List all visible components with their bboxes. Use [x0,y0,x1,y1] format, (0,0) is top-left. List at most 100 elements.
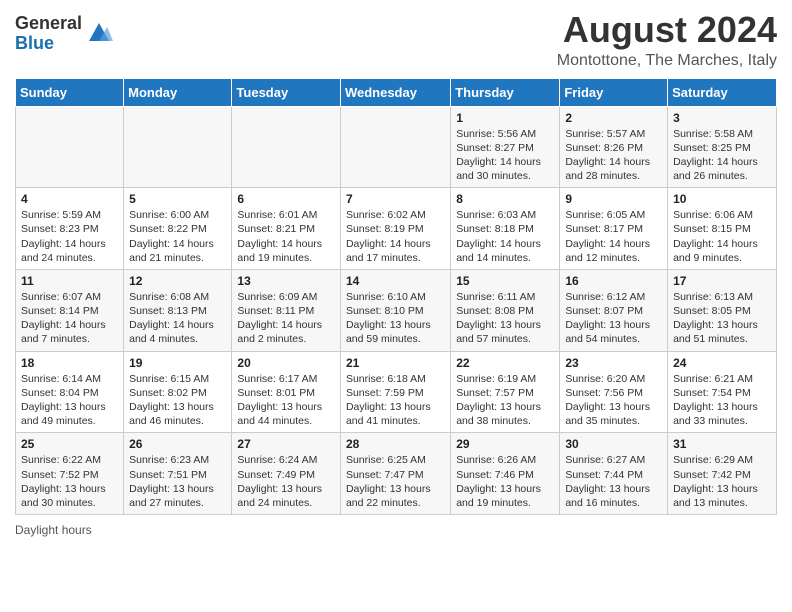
day-info: Sunrise: 6:14 AMSunset: 8:04 PMDaylight:… [21,372,118,429]
calendar-cell: 7Sunrise: 6:02 AMSunset: 8:19 PMDaylight… [340,188,450,270]
day-number: 30 [565,437,662,451]
calendar-cell [16,106,124,188]
calendar-header-row: SundayMondayTuesdayWednesdayThursdayFrid… [16,78,777,106]
day-number: 28 [346,437,445,451]
day-number: 9 [565,192,662,206]
day-info: Sunrise: 6:00 AMSunset: 8:22 PMDaylight:… [129,208,226,265]
title-area: August 2024 Montottone, The Marches, Ita… [557,10,777,70]
day-info: Sunrise: 6:01 AMSunset: 8:21 PMDaylight:… [237,208,335,265]
calendar-cell: 4 Sunrise: 5:59 AMSunset: 8:23 PMDaylight… [16,188,124,270]
day-number: 12 [129,274,226,288]
calendar-cell: 22Sunrise: 6:19 AMSunset: 7:57 PMDayligh… [451,351,560,433]
day-number: 19 [129,356,226,370]
calendar-cell: 28 Sunrise: 6:25 AMSunset: 7:47 PMDayligh… [340,433,450,515]
calendar-table: SundayMondayTuesdayWednesdayThursdayFrid… [15,78,777,515]
day-info: Sunrise: 6:06 AMSunset: 8:15 PMDaylight:… [673,208,771,265]
day-number: 11 [21,274,118,288]
calendar-cell [232,106,341,188]
footer-note: Daylight hours [15,523,777,537]
calendar-cell: 30Sunrise: 6:27 AMSunset: 7:44 PMDayligh… [560,433,668,515]
day-info: Sunrise: 6:11 AMSunset: 8:08 PMDaylight:… [456,290,554,347]
day-number: 25 [21,437,118,451]
day-info: Sunrise: 6:08 AMSunset: 8:13 PMDaylight:… [129,290,226,347]
day-info: Sunrise: 6:24 AMSunset: 7:49 PMDaylight:… [237,453,335,510]
calendar-week-row: 11 Sunrise: 6:07 AMSunset: 8:14 PMDayligh… [16,269,777,351]
day-info: Sunrise: 6:09 AMSunset: 8:11 PMDaylight:… [237,290,335,347]
day-info: Sunrise: 6:13 AMSunset: 8:05 PMDaylight:… [673,290,771,347]
day-number: 14 [346,274,445,288]
day-info: Sunrise: 6:23 AMSunset: 7:51 PMDaylight:… [129,453,226,510]
day-number: 26 [129,437,226,451]
calendar-cell: 6 Sunrise: 6:01 AMSunset: 8:21 PMDaylight… [232,188,341,270]
day-number: 4 [21,192,118,206]
day-info: Sunrise: 5:58 AMSunset: 8:25 PMDaylight:… [673,127,771,184]
day-info: Sunrise: 6:10 AMSunset: 8:10 PMDaylight:… [346,290,445,347]
day-number: 6 [237,192,335,206]
day-info: Sunrise: 6:17 AMSunset: 8:01 PMDaylight:… [237,372,335,429]
calendar-cell: 9Sunrise: 6:05 AMSunset: 8:17 PMDaylight… [560,188,668,270]
header: General Blue August 2024 Montottone, The… [15,10,777,70]
day-info: Sunrise: 5:59 AMSunset: 8:23 PMDaylight:… [21,208,118,265]
calendar-cell: 16 Sunrise: 6:12 AMSunset: 8:07 PMDayligh… [560,269,668,351]
day-info: Sunrise: 6:22 AMSunset: 7:52 PMDaylight:… [21,453,118,510]
day-info: Sunrise: 6:15 AMSunset: 8:02 PMDaylight:… [129,372,226,429]
calendar-cell: 3Sunrise: 5:58 AMSunset: 8:25 PMDaylight… [668,106,777,188]
day-number: 27 [237,437,335,451]
day-number: 22 [456,356,554,370]
calendar-cell: 13 Sunrise: 6:09 AMSunset: 8:11 PMDayligh… [232,269,341,351]
calendar-cell: 2 Sunrise: 5:57 AMSunset: 8:26 PMDaylight… [560,106,668,188]
day-number: 31 [673,437,771,451]
day-number: 10 [673,192,771,206]
day-number: 13 [237,274,335,288]
logo-blue: Blue [15,34,82,54]
calendar-header-sunday: Sunday [16,78,124,106]
calendar-cell: 17 Sunrise: 6:13 AMSunset: 8:05 PMDayligh… [668,269,777,351]
day-number: 5 [129,192,226,206]
day-number: 23 [565,356,662,370]
calendar-header-tuesday: Tuesday [232,78,341,106]
calendar-cell: 19 Sunrise: 6:15 AMSunset: 8:02 PMDayligh… [124,351,232,433]
calendar-header-wednesday: Wednesday [340,78,450,106]
calendar-week-row: 1Sunrise: 5:56 AMSunset: 8:27 PMDaylight… [16,106,777,188]
logo: General Blue [15,14,113,54]
day-info: Sunrise: 6:29 AMSunset: 7:42 PMDaylight:… [673,453,771,510]
calendar-cell: 29Sunrise: 6:26 AMSunset: 7:46 PMDayligh… [451,433,560,515]
day-info: Sunrise: 6:20 AMSunset: 7:56 PMDaylight:… [565,372,662,429]
calendar-cell: 23 Sunrise: 6:20 AMSunset: 7:56 PMDayligh… [560,351,668,433]
calendar-cell: 15 Sunrise: 6:11 AMSunset: 8:08 PMDayligh… [451,269,560,351]
day-number: 1 [456,111,554,125]
calendar-cell: 10 Sunrise: 6:06 AMSunset: 8:15 PMDayligh… [668,188,777,270]
day-info: Sunrise: 5:57 AMSunset: 8:26 PMDaylight:… [565,127,662,184]
calendar-header-monday: Monday [124,78,232,106]
calendar-cell: 11 Sunrise: 6:07 AMSunset: 8:14 PMDayligh… [16,269,124,351]
day-info: Sunrise: 6:03 AMSunset: 8:18 PMDaylight:… [456,208,554,265]
calendar-cell: 31 Sunrise: 6:29 AMSunset: 7:42 PMDayligh… [668,433,777,515]
day-number: 21 [346,356,445,370]
logo-general: General [15,14,82,34]
calendar-cell: 12 Sunrise: 6:08 AMSunset: 8:13 PMDayligh… [124,269,232,351]
calendar-cell [340,106,450,188]
calendar-cell: 26 Sunrise: 6:23 AMSunset: 7:51 PMDayligh… [124,433,232,515]
day-number: 8 [456,192,554,206]
calendar-cell [124,106,232,188]
calendar-cell: 24Sunrise: 6:21 AMSunset: 7:54 PMDayligh… [668,351,777,433]
day-info: Sunrise: 6:12 AMSunset: 8:07 PMDaylight:… [565,290,662,347]
day-info: Sunrise: 6:21 AMSunset: 7:54 PMDaylight:… [673,372,771,429]
calendar-cell: 1Sunrise: 5:56 AMSunset: 8:27 PMDaylight… [451,106,560,188]
calendar-cell: 27 Sunrise: 6:24 AMSunset: 7:49 PMDayligh… [232,433,341,515]
day-number: 16 [565,274,662,288]
location-subtitle: Montottone, The Marches, Italy [557,52,777,70]
calendar-cell: 8 Sunrise: 6:03 AMSunset: 8:18 PMDaylight… [451,188,560,270]
day-number: 2 [565,111,662,125]
calendar-cell: 18Sunrise: 6:14 AMSunset: 8:04 PMDayligh… [16,351,124,433]
day-info: Sunrise: 6:07 AMSunset: 8:14 PMDaylight:… [21,290,118,347]
calendar-cell: 20Sunrise: 6:17 AMSunset: 8:01 PMDayligh… [232,351,341,433]
calendar-cell: 5 Sunrise: 6:00 AMSunset: 8:22 PMDaylight… [124,188,232,270]
day-number: 15 [456,274,554,288]
day-number: 17 [673,274,771,288]
day-info: Sunrise: 6:02 AMSunset: 8:19 PMDaylight:… [346,208,445,265]
logo-icon [85,19,113,47]
calendar-header-friday: Friday [560,78,668,106]
day-info: Sunrise: 6:25 AMSunset: 7:47 PMDaylight:… [346,453,445,510]
calendar-week-row: 18Sunrise: 6:14 AMSunset: 8:04 PMDayligh… [16,351,777,433]
